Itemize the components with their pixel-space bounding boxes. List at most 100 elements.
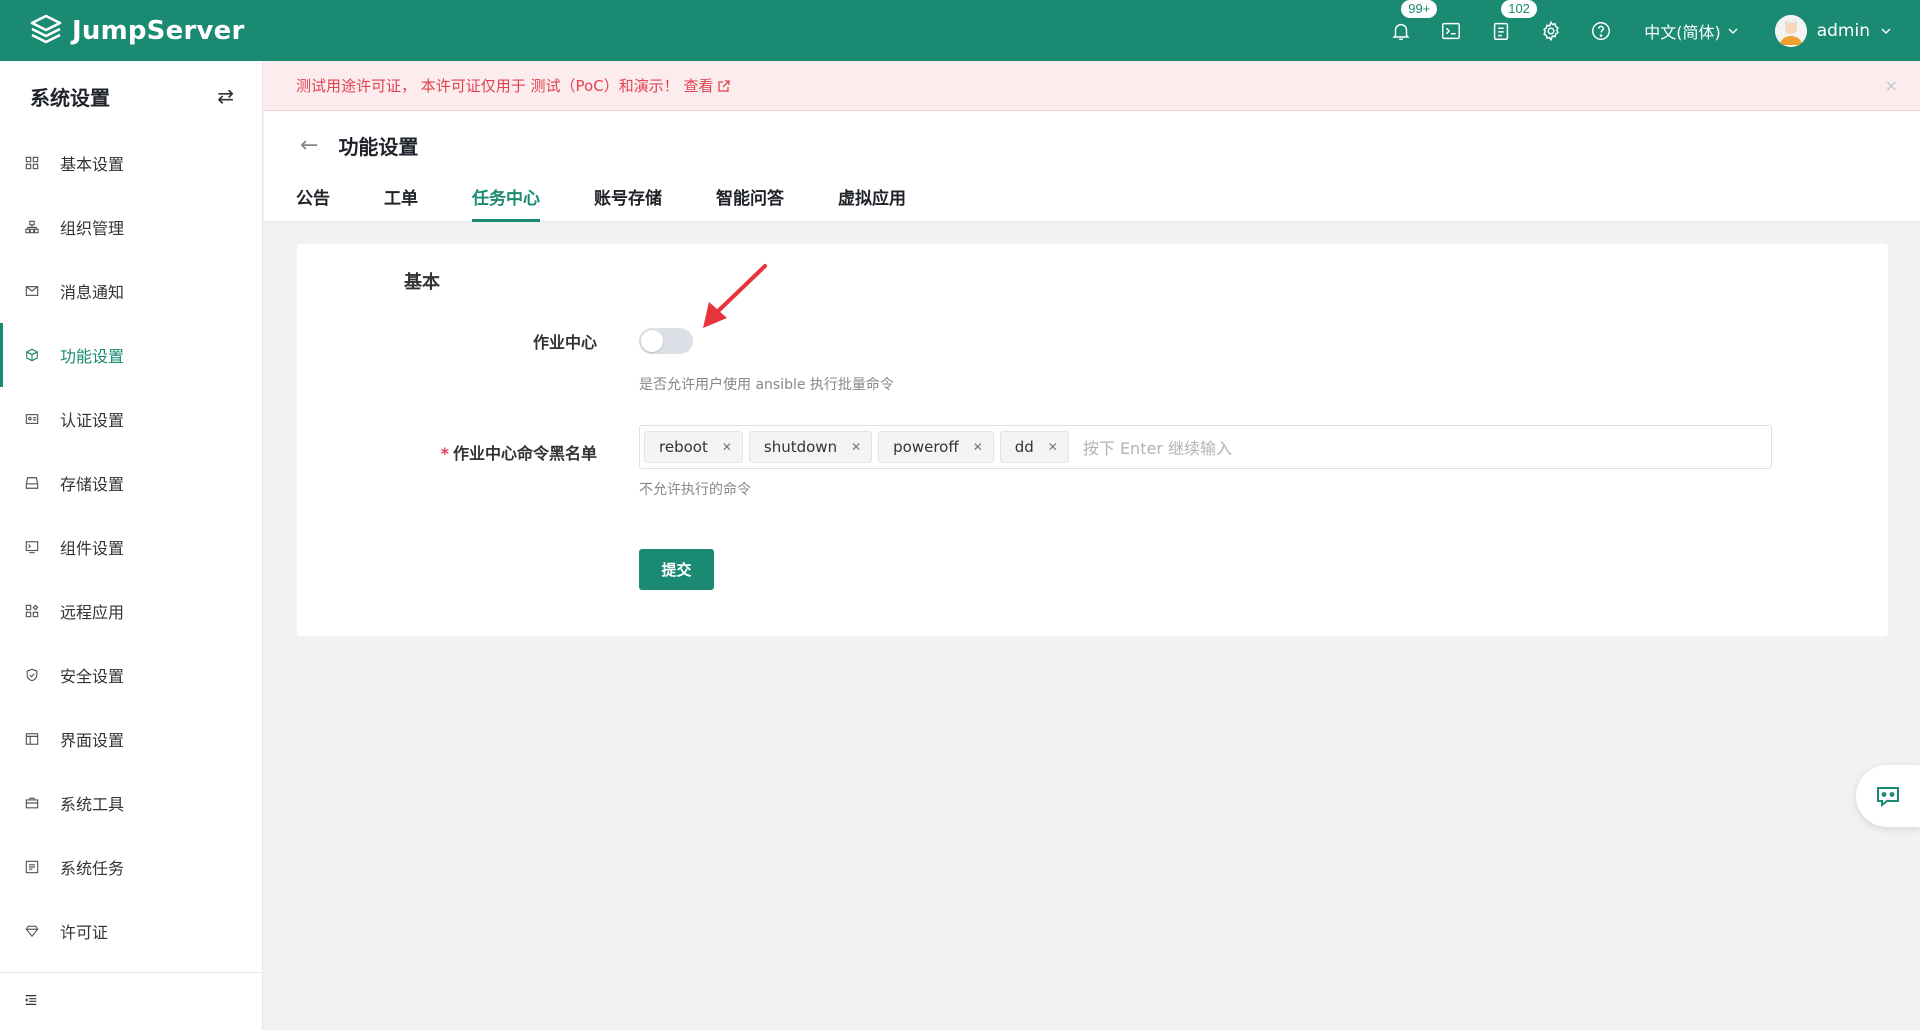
sidebar-item-label: 系统任务: [60, 859, 125, 878]
tag-close-icon[interactable]: ✕: [851, 440, 861, 454]
top-navbar: JumpServer 99+ 102 中文(简体) admin: [0, 0, 1920, 61]
alert-text: 测试用途许可证， 本许可证仅用于 测试（PoC）和演示！ 查看: [296, 77, 714, 95]
language-selector[interactable]: 中文(简体): [1644, 19, 1739, 43]
logo[interactable]: JumpServer: [28, 13, 244, 49]
settings-card: 基本 作业中心 是否允许用户使用 ansible 执行批量命令 * 作业中心命令黑…: [297, 244, 1888, 636]
sidebar-item-system-tasks[interactable]: 系统任务: [0, 835, 262, 899]
gear-icon: [1543, 20, 1560, 41]
org-icon: [24, 219, 40, 235]
sidebar-item-basic-settings[interactable]: 基本设置: [0, 131, 262, 195]
section-title: 基本: [404, 272, 440, 293]
tag-item: poweroff ✕: [878, 431, 994, 463]
storage-icon: [24, 475, 40, 491]
tag-item: dd ✕: [999, 431, 1069, 463]
sidebar-item-remote-apps[interactable]: 远程应用: [0, 579, 262, 643]
terminal-icon: [1442, 22, 1461, 39]
web-terminal-button[interactable]: [1426, 0, 1476, 61]
tag-item: reboot ✕: [644, 431, 743, 463]
license-alert: 测试用途许可证， 本许可证仅用于 测试（PoC）和演示！ 查看 ×: [264, 61, 1920, 111]
tag-item: shutdown ✕: [748, 431, 873, 463]
username: admin: [1816, 20, 1870, 41]
assistant-chat-button[interactable]: [1856, 765, 1920, 827]
terminal-icon: [24, 539, 40, 555]
sidebar-item-label: 存储设置: [60, 475, 125, 494]
blacklist-hint: 不允许执行的命令: [639, 482, 751, 498]
jumpserver-logo-icon: [30, 14, 62, 43]
tag-close-icon[interactable]: ✕: [1048, 440, 1058, 454]
help-icon: [1592, 21, 1611, 40]
tab-tickets[interactable]: 工单: [384, 176, 418, 222]
sidebar-item-interface-settings[interactable]: 界面设置: [0, 707, 262, 771]
sidebar-footer: [0, 972, 263, 1030]
tickets-button[interactable]: 102: [1476, 0, 1538, 61]
message-icon: [24, 283, 40, 299]
sidebar-item-label: 组织管理: [60, 219, 125, 238]
job-center-switch[interactable]: [639, 328, 693, 354]
sidebar-item-system-tools[interactable]: 系统工具: [0, 771, 262, 835]
language-label: 中文(简体): [1644, 22, 1721, 42]
sidebar-item-component-settings[interactable]: 组件设置: [0, 515, 262, 579]
window-icon: [24, 731, 40, 747]
sidebar-item-security-settings[interactable]: 安全设置: [0, 643, 262, 707]
page-header: ← 功能设置 公告 工单 任务中心 账号存储 智能问答 虚拟应用: [264, 111, 1920, 222]
collapse-menu-icon[interactable]: [24, 992, 38, 1011]
user-avatar-icon: [1774, 14, 1807, 47]
avatar: [1774, 14, 1807, 47]
sidebar-item-storage-settings[interactable]: 存储设置: [0, 451, 262, 515]
task-icon: [24, 859, 40, 875]
tag-label: shutdown: [763, 438, 838, 456]
blacklist-label-text: 作业中心命令黑名单: [452, 444, 597, 463]
sidebar-item-label: 消息通知: [60, 283, 125, 302]
help-button[interactable]: [1576, 0, 1626, 61]
annotation-arrow-icon: [703, 264, 767, 328]
sidebar-item-feature-settings[interactable]: 功能设置: [0, 323, 262, 387]
tab-account-storage[interactable]: 账号存储: [594, 176, 662, 222]
notifications-button[interactable]: 99+: [1376, 0, 1439, 61]
tab-task-center[interactable]: 任务中心: [472, 176, 540, 222]
sidebar-item-org-management[interactable]: 组织管理: [0, 195, 262, 259]
tag-close-icon[interactable]: ✕: [973, 440, 983, 454]
external-link-icon[interactable]: [717, 79, 731, 93]
chat-bot-icon: [1877, 787, 1899, 808]
page-title: 功能设置: [338, 135, 419, 159]
switch-knob: [641, 330, 663, 352]
sidebar: 系统设置 ⇄ 基本设置 组织管理 消息通知 功能设置 认证设置 存储设置 组件设…: [0, 61, 263, 1030]
sidebar-item-auth-settings[interactable]: 认证设置: [0, 387, 262, 451]
settings-button[interactable]: [1526, 0, 1576, 61]
sidebar-item-label: 组件设置: [60, 539, 125, 558]
sidebar-item-message-notifications[interactable]: 消息通知: [0, 259, 262, 323]
job-center-label: 作业中心: [532, 333, 597, 352]
submit-button[interactable]: 提交: [639, 549, 714, 590]
tab-bar: 公告 工单 任务中心 账号存储 智能问答 虚拟应用: [296, 176, 960, 222]
shield-icon: [24, 667, 40, 683]
alert-close-button[interactable]: ×: [1885, 76, 1898, 95]
tag-close-icon[interactable]: ✕: [722, 440, 732, 454]
sidebar-header: 系统设置 ⇄: [0, 61, 262, 131]
tag-label: poweroff: [893, 438, 959, 456]
user-menu[interactable]: admin: [1774, 14, 1892, 47]
sidebar-item-label: 界面设置: [60, 731, 125, 750]
bell-icon: [1392, 23, 1410, 40]
tag-label: dd: [1014, 438, 1034, 456]
required-mark: *: [440, 444, 449, 463]
job-center-hint: 是否允许用户使用 ansible 执行批量命令: [639, 377, 894, 393]
sidebar-item-label: 认证设置: [60, 411, 125, 430]
tab-virtual-apps[interactable]: 虚拟应用: [838, 176, 906, 222]
switch-view-icon[interactable]: ⇄: [217, 84, 234, 108]
id-card-icon: [24, 411, 40, 427]
sidebar-item-label: 许可证: [60, 923, 109, 942]
blacklist-tag-input[interactable]: reboot ✕ shutdown ✕ poweroff ✕ dd ✕ 按下 Enter…: [639, 425, 1772, 469]
sidebar-item-label: 系统工具: [60, 795, 125, 814]
tab-announcement[interactable]: 公告: [296, 176, 330, 222]
sidebar-item-label: 远程应用: [60, 603, 125, 622]
logo-text: JumpServer: [72, 15, 245, 46]
chevron-down-icon: [1728, 28, 1738, 34]
blacklist-label: * 作业中心命令黑名单: [347, 440, 597, 464]
sidebar-item-license[interactable]: 许可证: [0, 899, 262, 963]
diamond-icon: [24, 923, 40, 939]
back-arrow-icon[interactable]: ←: [300, 133, 318, 158]
tag-input-placeholder[interactable]: 按下 Enter 继续输入: [1083, 435, 1232, 459]
sidebar-title: 系统设置: [30, 85, 110, 110]
tab-smart-qa[interactable]: 智能问答: [716, 176, 784, 222]
apps-icon: [24, 603, 40, 619]
